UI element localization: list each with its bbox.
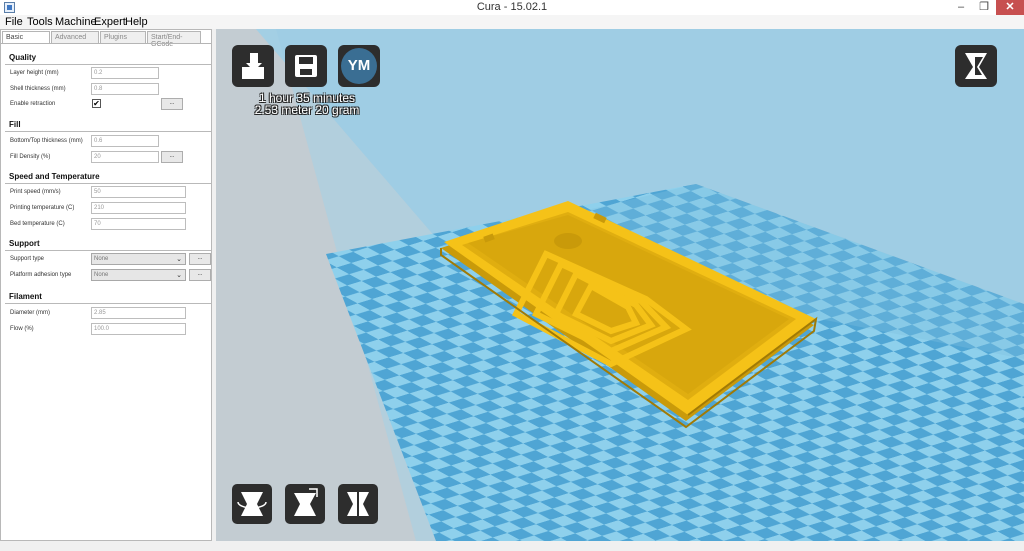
section-filament-title: Filament: [9, 292, 42, 301]
support-settings-button[interactable]: ...: [189, 253, 211, 265]
mirror-icon: [347, 488, 369, 520]
load-model-icon: [242, 53, 264, 79]
section-speed-title: Speed and Temperature: [9, 172, 100, 181]
fill-density-input[interactable]: 20: [91, 151, 159, 163]
flow-label: Flow (%): [10, 326, 34, 332]
shell-thickness-label: Shell thickness (mm): [10, 86, 66, 92]
basic-settings: Quality Layer height (mm) 0.2 Shell thic…: [1, 43, 211, 540]
menu-machine[interactable]: Machine: [55, 16, 97, 28]
close-button[interactable]: ✕: [996, 0, 1024, 15]
save-gcode-button[interactable]: [285, 45, 327, 87]
minimize-button[interactable]: –: [950, 0, 972, 15]
chevron-down-icon: ⌄: [176, 272, 182, 279]
chevron-down-icon: ⌄: [176, 256, 182, 263]
support-type-value: None: [94, 256, 109, 262]
retraction-settings-button[interactable]: ...: [161, 98, 183, 110]
printing-temperature-label: Printing temperature (C): [10, 205, 75, 211]
section-support-title: Support: [9, 239, 40, 248]
3d-viewport[interactable]: YM 1 hour 35 minutes 2.53 meter 20 gram: [216, 29, 1024, 541]
bottom-top-thickness-label: Bottom/Top thickness (mm): [10, 138, 83, 144]
enable-retraction-checkbox[interactable]: ✔: [92, 99, 101, 108]
print-material: 2.53 meter 20 gram: [254, 103, 360, 117]
view-mode-button[interactable]: [955, 45, 997, 87]
title-bar: Cura - 15.02.1 – ❐ ✕: [0, 0, 1024, 15]
platform-adhesion-select[interactable]: None ⌄: [91, 269, 186, 281]
flow-input[interactable]: 100.0: [91, 323, 186, 335]
bottom-top-thickness-input[interactable]: 0.6: [91, 135, 159, 147]
view-mode-icon: [965, 53, 987, 79]
fill-settings-button[interactable]: ...: [161, 151, 183, 163]
diameter-label: Diameter (mm): [10, 310, 50, 316]
youmagine-label: YM: [347, 57, 371, 74]
platform-adhesion-label: Platform adhesion type: [10, 272, 72, 278]
shell-thickness-input[interactable]: 0.8: [91, 83, 159, 95]
scale-icon: [294, 488, 318, 516]
platform-adhesion-value: None: [94, 272, 109, 278]
maximize-button[interactable]: ❐: [973, 0, 995, 15]
bed-temperature-label: Bed temperature (C): [10, 221, 65, 227]
divider: [5, 303, 211, 304]
print-speed-input[interactable]: 50: [91, 186, 186, 198]
rotate-icon: [237, 492, 267, 516]
menu-expert[interactable]: Expert: [94, 16, 126, 28]
menu-bar: File Tools Machine Expert Help: [0, 15, 1024, 29]
rotate-button[interactable]: [232, 484, 272, 524]
diameter-input[interactable]: 2.85: [91, 307, 186, 319]
settings-tabs: Basic Advanced Plugins Start/End-GCode: [2, 31, 212, 48]
menu-tools[interactable]: Tools: [27, 16, 53, 28]
divider: [5, 64, 211, 65]
printing-temperature-input[interactable]: 210: [91, 202, 186, 214]
enable-retraction-label: Enable retraction: [10, 101, 56, 107]
section-quality-title: Quality: [9, 53, 37, 62]
settings-panel: Basic Advanced Plugins Start/End-GCode Q…: [0, 29, 212, 541]
scale-button[interactable]: [285, 484, 325, 524]
menu-file[interactable]: File: [5, 16, 23, 28]
divider: [5, 250, 211, 251]
divider: [5, 131, 211, 132]
window-bottom-edge: [0, 541, 1024, 551]
support-type-select[interactable]: None ⌄: [91, 253, 186, 265]
section-fill-title: Fill: [9, 120, 21, 129]
print-estimate: 1 hour 35 minutes 2.53 meter 20 gram: [232, 92, 382, 116]
fill-density-label: Fill Density (%): [10, 154, 51, 160]
tab-plugins[interactable]: Plugins: [100, 31, 146, 43]
menu-help[interactable]: Help: [125, 16, 148, 28]
layer-height-input[interactable]: 0.2: [91, 67, 159, 79]
bed-temperature-input[interactable]: 70: [91, 218, 186, 230]
mirror-button[interactable]: [338, 484, 378, 524]
load-model-button[interactable]: [232, 45, 274, 87]
divider: [5, 183, 211, 184]
window-title: Cura - 15.02.1: [476, 1, 548, 13]
tab-start-end-gcode[interactable]: Start/End-GCode: [147, 31, 201, 48]
layer-height-label: Layer height (mm): [10, 70, 59, 76]
tab-advanced[interactable]: Advanced: [51, 31, 99, 43]
adhesion-settings-button[interactable]: ...: [189, 269, 211, 281]
print-speed-label: Print speed (mm/s): [10, 189, 61, 195]
save-icon: [295, 55, 317, 77]
cura-window: Cura - 15.02.1 – ❐ ✕ File Tools Machine …: [0, 0, 1024, 551]
youmagine-button[interactable]: YM: [338, 45, 380, 87]
support-type-label: Support type: [10, 256, 45, 262]
